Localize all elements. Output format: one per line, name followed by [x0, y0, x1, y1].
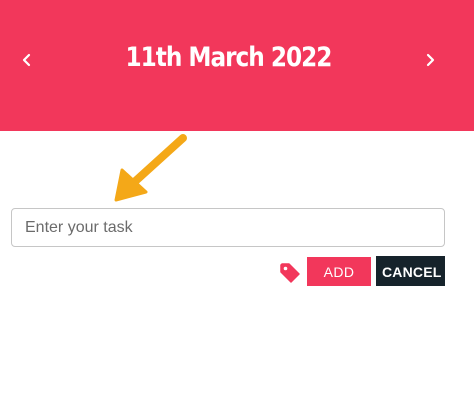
arrow-pointer-icon: [114, 134, 187, 202]
task-input[interactable]: [11, 208, 445, 247]
add-button[interactable]: ADD: [307, 257, 371, 286]
cancel-button[interactable]: CANCEL: [376, 256, 445, 286]
tag-icon[interactable]: [279, 262, 301, 284]
chevron-right-icon: [426, 53, 435, 67]
date-title: 11th March 2022: [125, 42, 333, 73]
date-header: 11th March 2022: [0, 0, 474, 131]
next-day-button[interactable]: [416, 46, 444, 74]
